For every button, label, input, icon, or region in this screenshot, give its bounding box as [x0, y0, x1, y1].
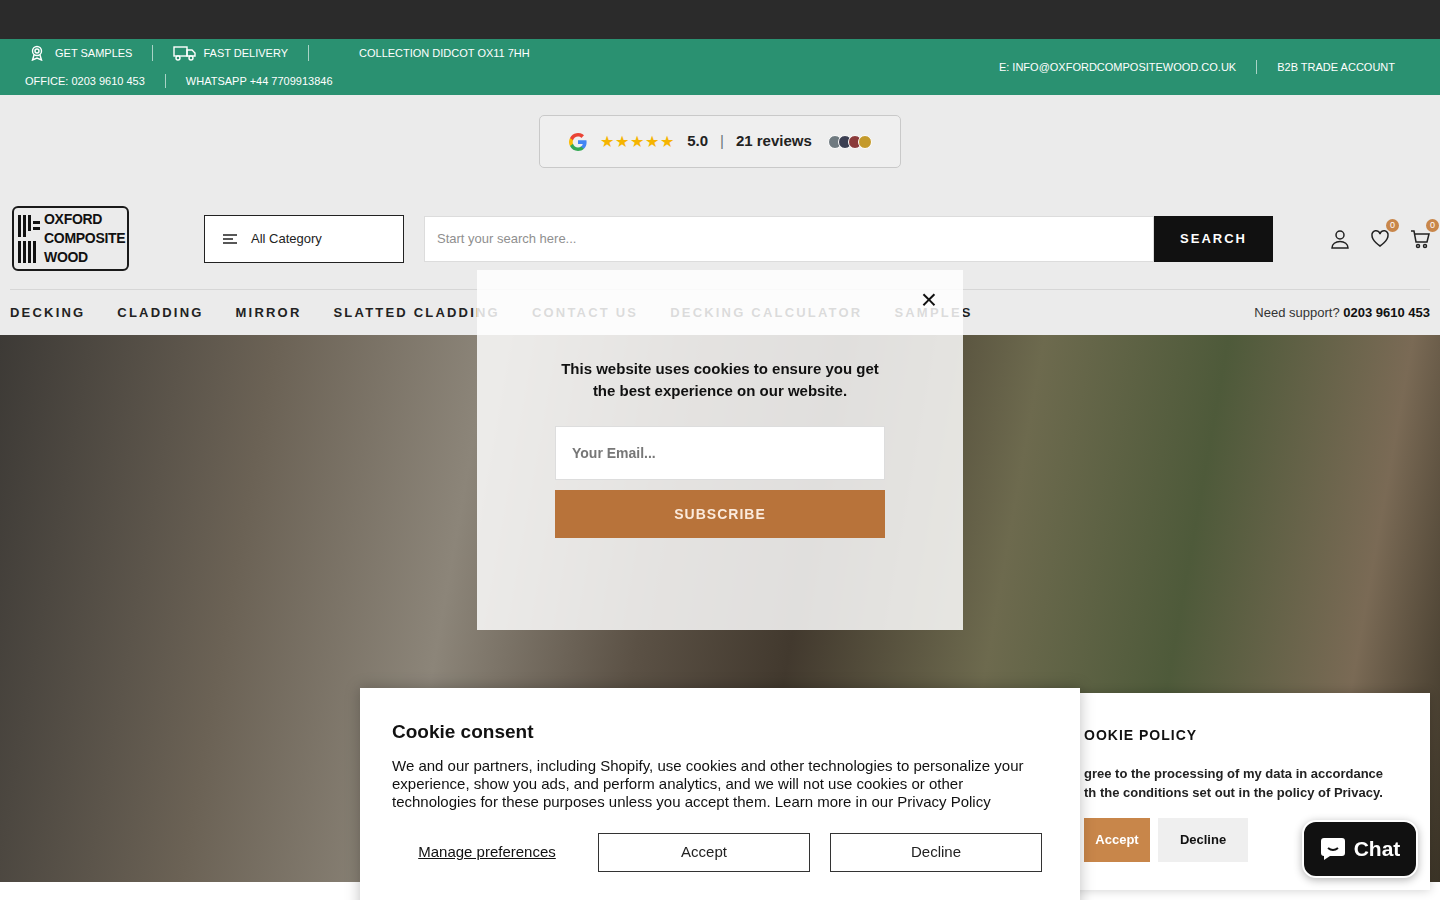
site-logo[interactable]: OXFORDCOMPOSITEWOOD — [12, 206, 129, 271]
cookie-consent-panel: Cookie consent We and our partners, inclu… — [360, 688, 1080, 900]
rating-stars: ★★★★★ — [600, 130, 675, 154]
logo-mark-icon — [18, 213, 40, 265]
info-link[interactable]: FAST DELIVERY — [152, 45, 308, 61]
policy-text: gree to the processing of my data in acc… — [1084, 764, 1420, 783]
close-button[interactable]: × — [915, 284, 943, 316]
consent-text: We and our partners, including Shopify, … — [392, 757, 1048, 811]
info-link[interactable]: GET SAMPLES — [25, 45, 152, 61]
cart-count: 0 — [1426, 219, 1439, 232]
heart-icon — [1370, 229, 1390, 249]
decline-button[interactable]: Decline — [830, 833, 1042, 872]
policy-accept-button[interactable]: Accept — [1084, 818, 1150, 862]
samples-icon — [29, 45, 45, 61]
google-reviews-badge[interactable]: ★★★★★ 5.0 | 21 reviews — [539, 115, 901, 168]
subscribe-button[interactable]: SUBSCRIBE — [555, 490, 885, 538]
chat-bubble-icon — [1320, 837, 1346, 861]
email-input[interactable] — [555, 426, 885, 480]
manage-preferences-link[interactable]: Manage preferences — [392, 841, 582, 864]
chat-button[interactable]: Chat — [1302, 820, 1418, 878]
info-link[interactable]: COLLECTION DIDCOT OX11 7HH — [308, 45, 550, 61]
google-icon — [568, 132, 588, 152]
review-count: 21 reviews — [736, 130, 812, 153]
reviewer-avatars-icon — [832, 135, 872, 149]
nav-item[interactable]: MIRROR — [236, 303, 302, 323]
popup-message: This website uses cookies to ensure you … — [560, 358, 880, 402]
search-input[interactable] — [424, 216, 1154, 262]
nav-item[interactable]: CLADDING — [117, 303, 203, 323]
policy-title: OOKIE POLICY — [1084, 725, 1420, 746]
account-icon[interactable] — [1330, 229, 1350, 249]
cart-icon — [1410, 229, 1430, 249]
truck-icon — [173, 45, 197, 61]
policy-decline-button[interactable]: Decline — [1158, 818, 1248, 862]
accept-button[interactable]: Accept — [598, 833, 810, 872]
info-bar: GET SAMPLESFAST DELIVERYCOLLECTION DIDCO… — [0, 39, 1440, 95]
support-phone[interactable]: 0203 9610 453 — [1343, 305, 1430, 320]
consent-title: Cookie consent — [392, 718, 1048, 747]
rating-value: 5.0 — [687, 130, 708, 153]
nav-item[interactable]: SLATTED CLADDING — [334, 303, 500, 323]
privacy-policy-link[interactable]: Privacy Policy — [897, 793, 990, 810]
info-link[interactable]: OFFICE: 0203 9610 453 — [25, 74, 165, 88]
rating-separator: | — [720, 130, 724, 153]
info-link[interactable]: B2B TRADE ACCOUNT — [1256, 60, 1415, 74]
top-strip — [0, 0, 1440, 39]
category-dropdown[interactable]: All Category — [204, 215, 404, 263]
support-info: Need support? 0203 9610 453 — [1254, 303, 1430, 323]
info-link[interactable]: WHATSAPP +44 7709913846 — [165, 74, 353, 88]
subscribe-popup: × This website uses cookies to ensure you… — [477, 270, 963, 630]
policy-text: th the conditions set out in the policy … — [1084, 783, 1420, 802]
wishlist-button[interactable]: 0 — [1370, 229, 1390, 249]
info-link[interactable]: E: INFO@OXFORDCOMPOSITEWOOD.CO.UK — [999, 60, 1256, 74]
search-button[interactable]: SEARCH — [1154, 216, 1273, 262]
wishlist-count: 0 — [1386, 219, 1399, 232]
nav-item[interactable]: DECKING — [10, 303, 85, 323]
menu-icon — [223, 233, 237, 245]
cart-button[interactable]: 0 — [1410, 229, 1430, 249]
